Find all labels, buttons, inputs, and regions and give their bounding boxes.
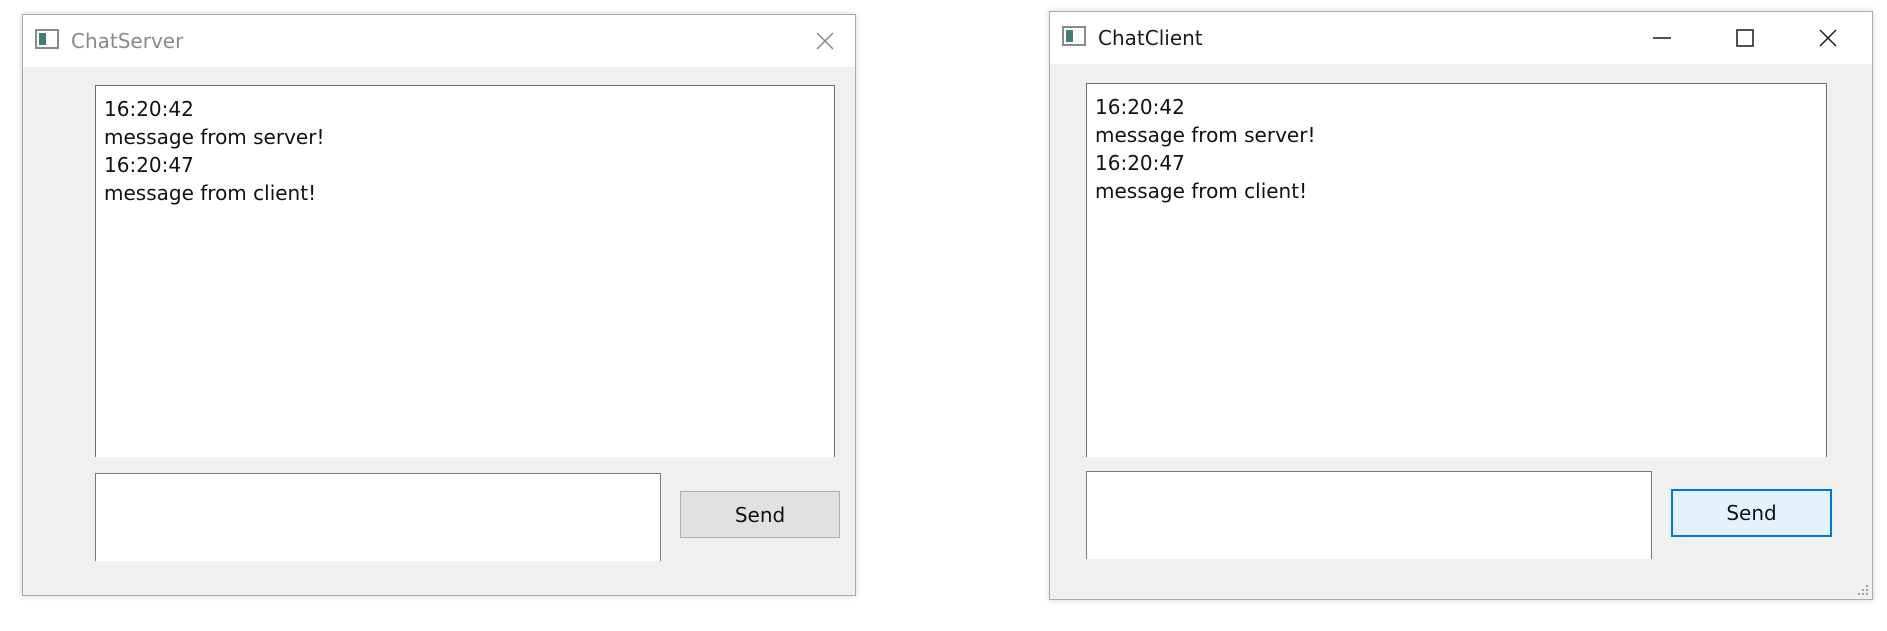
chat-log[interactable]: 16:20:42 message from server! 16:20:47 m… (1086, 83, 1827, 457)
window-title: ChatClient (1098, 26, 1203, 50)
maximize-button[interactable] (1715, 12, 1775, 64)
close-icon (1819, 29, 1837, 47)
title-bar[interactable]: ChatClient (1050, 12, 1872, 64)
window-title: ChatServer (71, 29, 184, 53)
app-window-icon (35, 29, 59, 49)
chat-line: message from client! (1095, 179, 1308, 203)
chat-line: 16:20:47 (1095, 151, 1185, 175)
app-window-icon (1062, 26, 1086, 46)
chat-line: message from server! (1095, 123, 1316, 147)
chat-line: message from server! (104, 125, 325, 149)
title-bar[interactable]: ChatServer (23, 15, 855, 67)
chat-log[interactable]: 16:20:42 message from server! 16:20:47 m… (95, 85, 835, 457)
message-input[interactable] (95, 473, 661, 561)
minimize-button[interactable] (1632, 12, 1692, 64)
message-input[interactable] (1086, 471, 1652, 559)
close-icon (816, 32, 834, 50)
close-button[interactable] (1798, 12, 1858, 64)
chat-server-window[interactable]: ChatServer 16:20:42 message from server!… (22, 14, 856, 596)
chat-line: 16:20:42 (104, 97, 194, 121)
chat-line: 16:20:42 (1095, 95, 1185, 119)
send-button[interactable]: Send (680, 491, 840, 538)
close-button[interactable] (795, 15, 855, 67)
send-button[interactable]: Send (1671, 489, 1832, 537)
chat-line: 16:20:47 (104, 153, 194, 177)
resize-grip-icon[interactable] (1856, 583, 1870, 597)
chat-client-window[interactable]: ChatClient 16:20:42 message from server!… (1049, 11, 1873, 600)
minimize-icon (1653, 37, 1671, 39)
chat-line: message from client! (104, 181, 317, 205)
maximize-icon (1736, 29, 1754, 47)
